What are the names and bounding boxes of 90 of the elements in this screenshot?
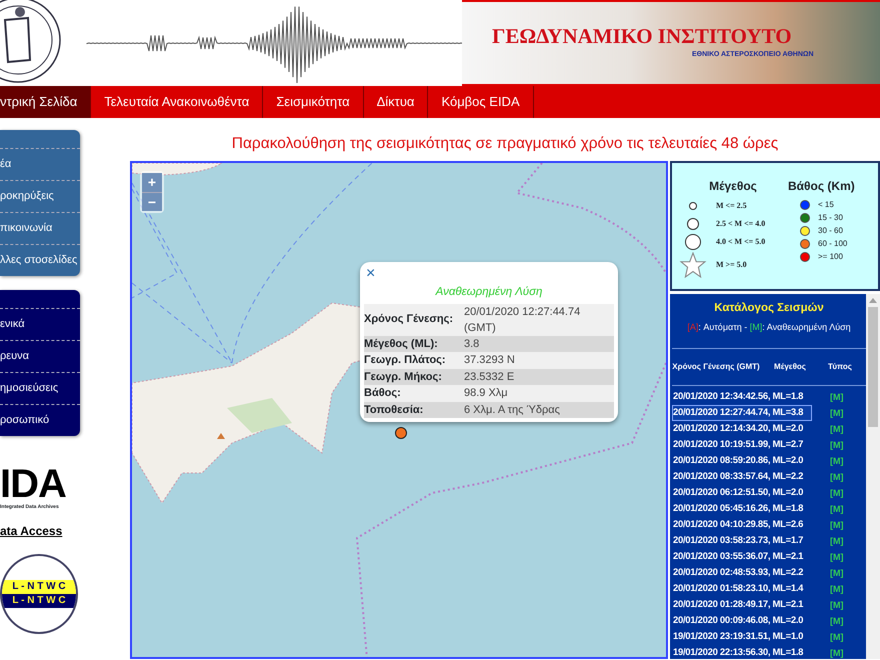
- sidebar-link[interactable]: ροκηρύξεις: [0, 180, 80, 212]
- catalog-entry-link[interactable]: 20/01/2020 06:12:51.50, ML=2.0: [672, 485, 812, 501]
- catalog-entry-link[interactable]: 20/01/2020 10:19:51.99, ML=2.7: [672, 437, 812, 453]
- catalog-entry-link[interactable]: 20/01/2020 01:28:49.17, ML=2.1: [672, 597, 812, 613]
- type-label: [M]: [830, 615, 844, 628]
- sidebar-link[interactable]: ημοσιεύσεις: [0, 372, 80, 404]
- type-label: [M]: [830, 583, 844, 596]
- catalog-entry-link[interactable]: 20/01/2020 02:48:53.93, ML=2.2: [672, 565, 812, 581]
- legend-label: M >= 5.0: [716, 259, 747, 272]
- catalog-entry-link[interactable]: 20/01/2020 00:09:46.08, ML=2.0: [672, 613, 812, 629]
- circle-icon: [685, 234, 701, 250]
- catalog-title: Κατάλογος Σεισμών: [713, 301, 825, 316]
- field-value: 20/01/2020 12:27:44.74 (GMT): [464, 304, 582, 336]
- type-label: [M]: [830, 471, 844, 484]
- catalog-entry-link[interactable]: 19/01/2020 23:19:31.51, ML=1.0: [672, 629, 812, 645]
- type-label: [M]: [830, 407, 844, 420]
- catalog-entry-link[interactable]: 20/01/2020 12:27:44.74, ML=3.8: [672, 405, 812, 421]
- catalog-entry-link[interactable]: 20/01/2020 04:10:29.85, ML=2.6: [672, 517, 812, 533]
- field-value: 98.9 Χλμ: [464, 386, 508, 401]
- legend-label: M <= 2.5: [716, 200, 747, 212]
- catalog-legend-note: [A]: Αυτόματη - [M]: Αναθεωρημένη Λύση: [686, 320, 852, 334]
- legend-label: 15 - 30: [818, 212, 843, 224]
- legend-label: < 15: [818, 198, 834, 211]
- scrollbar[interactable]: [866, 294, 880, 660]
- nav-tab[interactable]: Κόμβος EIDA: [428, 86, 534, 118]
- sidebar-link[interactable]: ρευνα: [0, 340, 80, 372]
- sidebar-link[interactable]: ροσωπικό: [0, 404, 80, 436]
- catalog-entry-link[interactable]: 20/01/2020 01:58:23.10, ML=1.4: [672, 581, 812, 597]
- field-label: Τοποθεσία:: [364, 402, 424, 418]
- popup-title: Αναθεωρημένη Λύση: [434, 285, 544, 300]
- field-value: 23.5332 E: [464, 370, 514, 384]
- field-label: Βάθος:: [364, 386, 402, 401]
- field-value: 6 Χλμ. Α της Ύδρας: [464, 402, 560, 418]
- type-label: [M]: [830, 551, 844, 564]
- type-label: [M]: [830, 455, 844, 468]
- column-header: Χρόνος Γένεσης (GMT): [672, 361, 760, 373]
- legend-heading: Βάθος (Km): [788, 178, 855, 196]
- type-label: [M]: [830, 503, 844, 516]
- catalog-entry-link[interactable]: 20/01/2020 12:34:42.56, ML=1.8: [672, 389, 812, 405]
- catalog-entry-link[interactable]: 20/01/2020 08:59:20.86, ML=2.0: [672, 453, 812, 469]
- type-label: [M]: [830, 535, 844, 548]
- nav-tab[interactable]: Δίκτυα: [364, 86, 428, 118]
- legend-label: >= 100: [818, 250, 843, 263]
- field-value: 3.8: [464, 336, 480, 352]
- field-label: Γεωγρ. Πλάτος:: [364, 353, 447, 368]
- nav-tab[interactable]: ντρική Σελίδα: [0, 86, 92, 118]
- close-button[interactable]: ×: [364, 266, 378, 282]
- type-label: [M]: [830, 599, 844, 612]
- scroll-thumb[interactable]: [868, 307, 878, 428]
- sidebar-link[interactable]: ενικά: [0, 308, 80, 340]
- type-label: [M]: [830, 567, 844, 580]
- catalog-entry-link[interactable]: 20/01/2020 03:55:36.07, ML=2.1: [672, 549, 812, 565]
- type-label: [M]: [830, 647, 844, 660]
- nav-tab[interactable]: Σεισμικότητα: [263, 86, 364, 118]
- type-label: [M]: [830, 631, 844, 644]
- circle-icon: [689, 202, 697, 210]
- catalog-entry-link[interactable]: 20/01/2020 12:14:34.20, ML=2.0: [672, 421, 812, 437]
- legend-heading: Μέγεθος: [708, 178, 758, 196]
- column-header: Τύπος: [827, 361, 853, 373]
- type-label: [M]: [830, 487, 844, 500]
- legend-label: 60 - 100: [818, 238, 848, 250]
- circle-icon: [687, 218, 699, 230]
- scroll-up-icon[interactable]: [869, 298, 877, 304]
- catalog-entry-link[interactable]: 20/01/2020 08:33:57.64, ML=2.2: [672, 469, 812, 485]
- catalog-entry-link[interactable]: 19/01/2020 22:13:56.30, ML=1.8: [672, 645, 812, 660]
- catalog-entry-link[interactable]: 20/01/2020 05:45:16.26, ML=1.8: [672, 501, 812, 517]
- page-title: Παρακολούθηση της σεισμικότητας σε πραγματικό χρόνο τις τελευταίες 48 ώρες: [230, 134, 780, 154]
- sidebar-link[interactable]: λλες στοσελίδες: [0, 244, 80, 276]
- legend-label: 2.5 < M <= 4.0: [716, 218, 766, 230]
- field-label: Χρόνος Γένεσης:: [364, 312, 454, 328]
- nav-tab[interactable]: Τελευταία Ανακοινωθέντα: [91, 86, 264, 118]
- data-access-link[interactable]: ata Access: [0, 522, 80, 540]
- field-label: Μέγεθος (ML):: [364, 336, 439, 352]
- ntwc-logo-text: L - N T W C: [2, 580, 76, 594]
- sidebar-link[interactable]: έα: [0, 148, 80, 180]
- ntwc-logo-text: L - N T W C: [2, 594, 76, 608]
- type-label: [M]: [830, 391, 844, 404]
- eida-logo-text: IDA: [0, 464, 67, 504]
- field-value: 37.3293 N: [464, 353, 515, 368]
- field-label: Γεωγρ. Μήκος:: [364, 370, 443, 384]
- legend-label: 30 - 60: [818, 224, 843, 237]
- sidebar-link[interactable]: πικοινωνία: [0, 212, 80, 244]
- column-header: Μέγεθος: [773, 361, 807, 373]
- institute-title: ΓΕΩΔΥΝΑΜΙΚΟ ΙΝΣΤΙΤΟΥΤΟ: [492, 26, 793, 47]
- type-label: [M]: [830, 423, 844, 436]
- type-label: [M]: [830, 519, 844, 532]
- type-label: [M]: [830, 439, 844, 452]
- catalog-entry-link[interactable]: 20/01/2020 03:58:23.73, ML=1.7: [672, 533, 812, 549]
- legend-label: 4.0 < M <= 5.0: [716, 236, 766, 248]
- star-icon: [679, 252, 707, 278]
